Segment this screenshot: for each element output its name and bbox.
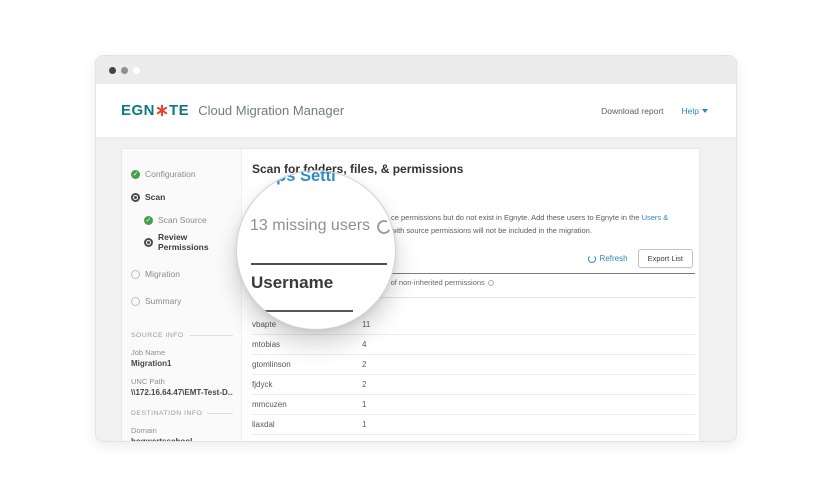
sidebar-item-label: Summary (145, 296, 182, 306)
magnified-divider (251, 263, 387, 265)
users-table: vbapte 11 mtobias 4 gtomlinson 2 fjdyck … (252, 315, 695, 435)
refresh-icon (587, 254, 596, 263)
username-cell: gtomlinson (252, 360, 291, 369)
header-links: Download report Help (601, 106, 708, 116)
source-info-section: SOURCE INFO Job Name Migration1 UNC Path… (131, 332, 233, 397)
table-row[interactable]: mmcuzen 1 (252, 395, 695, 415)
permission-count-cell: 4 (362, 340, 367, 349)
permission-count-cell: 2 (362, 380, 367, 389)
sidebar-item-label: Scan (145, 192, 166, 202)
source-info-header: SOURCE INFO (131, 332, 233, 339)
window-body: ✓ Configuration Scan ✓ Scan Source Revie… (96, 138, 736, 442)
permission-count-cell: 1 (362, 420, 367, 429)
username-cell: mtobias (252, 340, 281, 349)
logo-text-prefix: EGN (121, 102, 156, 119)
window-dot-icon[interactable] (121, 66, 128, 74)
domain-value: hogwartsschool (131, 437, 193, 442)
screenshot-stage: EGN TE Cloud Migration Manager Download … (0, 0, 832, 500)
table-row[interactable]: mtobias 4 (252, 335, 695, 355)
magnified-groups-settings-link: oups Setti (256, 170, 336, 185)
username-cell: liaxdal (252, 420, 275, 429)
chevron-down-icon (702, 108, 708, 113)
logo-text-suffix: TE (169, 102, 190, 119)
egnyte-logo-mark: EGN TE (121, 102, 189, 119)
gear-icon (131, 192, 140, 202)
circle-outline-icon (131, 296, 140, 306)
info-icon[interactable] (487, 279, 494, 286)
egnyte-logo: EGN TE Cloud Migration Manager (121, 102, 344, 119)
window-chrome-bar (96, 56, 736, 84)
gear-icon (144, 237, 153, 247)
refresh-button[interactable]: Refresh (587, 254, 628, 263)
check-icon: ✓ (131, 169, 140, 179)
table-row[interactable]: liaxdal 1 (252, 415, 695, 435)
window-dot-icon[interactable] (133, 66, 140, 74)
destination-info-header: DESTINATION INFO (131, 410, 233, 417)
magnified-divider (259, 310, 353, 312)
table-row[interactable]: gtomlinson 2 (252, 355, 695, 375)
domain-label: Domain (131, 426, 157, 435)
refresh-label: Refresh (599, 254, 628, 263)
app-header: EGN TE Cloud Migration Manager Download … (96, 84, 736, 138)
destination-info-label: DESTINATION INFO (131, 410, 203, 417)
destination-info-section: DESTINATION INFO Domain hogwartsschool (131, 410, 233, 442)
sidebar-item-configuration[interactable]: ✓ Configuration (131, 169, 233, 179)
check-icon: ✓ (144, 215, 153, 225)
permission-count-cell: 1 (362, 400, 367, 409)
magnified-username-header: Username (251, 273, 334, 292)
help-menu[interactable]: Help (682, 106, 708, 116)
description-line2: with source permissions will not be incl… (391, 226, 592, 235)
users-groups-link[interactable]: Users & (642, 213, 669, 222)
column-header-text: r of non-inherited permissions (386, 278, 485, 287)
magnifier-lens: oups Setti 13 missing users Username (236, 170, 396, 330)
app-window: EGN TE Cloud Migration Manager Download … (95, 55, 737, 442)
description-line1: ce permissions but do not exist in Egnyt… (391, 213, 668, 222)
download-report-link[interactable]: Download report (601, 106, 663, 116)
description-text: ce permissions but do not exist in Egnyt… (391, 213, 642, 222)
username-cell: fjdyck (252, 380, 273, 389)
sidebar-item-label: Migration (145, 269, 180, 279)
circle-outline-icon (131, 269, 140, 279)
username-cell: mmcuzen (252, 400, 287, 409)
sidebar-item-migration[interactable]: Migration (131, 269, 233, 279)
sidebar-item-review-permissions[interactable]: Review Permissions (144, 232, 233, 252)
sidebar-item-label: Review Permissions (158, 232, 209, 252)
magnified-info-icon (375, 218, 393, 236)
table-toolbar: Refresh Export List (587, 249, 693, 268)
unc-path-value: \\172.16.64.47\EMT-Test-D... (131, 388, 233, 397)
magnified-missing-users-text: 13 missing users (250, 217, 371, 234)
source-info-label: SOURCE INFO (131, 332, 184, 339)
export-list-button[interactable]: Export List (637, 249, 693, 268)
column-header-permissions: r of non-inherited permissions (386, 278, 494, 287)
unc-path-label: UNC Path (131, 377, 165, 386)
help-label: Help (681, 105, 699, 116)
window-dot-icon[interactable] (109, 66, 116, 74)
sidebar-item-label: Configuration (145, 169, 196, 179)
job-name-label: Job Name (131, 348, 166, 357)
wizard-sidebar: ✓ Configuration Scan ✓ Scan Source Revie… (122, 149, 242, 442)
table-row[interactable]: fjdyck 2 (252, 375, 695, 395)
sidebar-item-scan[interactable]: Scan (131, 192, 233, 202)
content-card: ✓ Configuration Scan ✓ Scan Source Revie… (121, 148, 700, 442)
sidebar-item-label: Scan Source (158, 215, 207, 225)
app-title: Cloud Migration Manager (198, 103, 345, 118)
sidebar-item-scan-source[interactable]: ✓ Scan Source (144, 215, 233, 225)
permission-count-cell: 11 (362, 320, 371, 329)
egnyte-asterisk-icon (156, 104, 168, 116)
job-name-value: Migration1 (131, 359, 172, 368)
permission-count-cell: 2 (362, 360, 367, 369)
sidebar-item-summary[interactable]: Summary (131, 296, 233, 306)
